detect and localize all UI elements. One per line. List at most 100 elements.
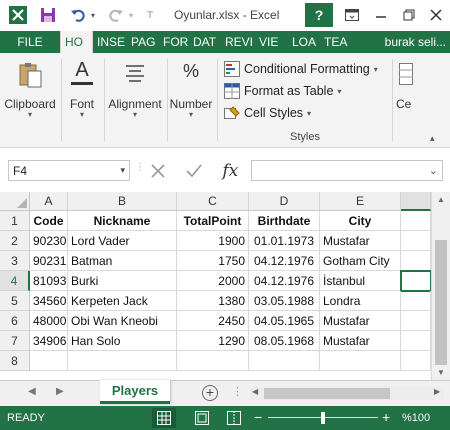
cell-birthdate[interactable]: 04.05.1965 [249,311,320,331]
insert-function-icon[interactable]: fx [222,161,238,181]
cell-city[interactable]: Mustafar [320,331,401,351]
row-header-1[interactable]: 1 [0,211,30,231]
cell-empty[interactable] [68,351,177,371]
tab-file[interactable]: FILE [0,31,60,53]
cell-header[interactable]: Birthdate [249,211,320,231]
column-header-a[interactable]: A [30,192,68,211]
number-group[interactable]: % Number ▾ [169,57,213,137]
cell-nickname[interactable]: Lord Vader [68,231,177,251]
tab-data[interactable]: DAT [189,31,221,53]
cell-nickname[interactable]: Obi Wan Kneobi [68,311,177,331]
cell-city[interactable]: Mustafar [320,311,401,331]
cell-empty[interactable] [177,351,249,371]
font-group[interactable]: A Font ▾ [64,57,100,137]
cell-city[interactable]: Gotham City [320,251,401,271]
cell-empty[interactable] [249,351,320,371]
cancel-icon[interactable] [150,163,166,179]
active-cell[interactable] [400,270,432,292]
cell-birthdate[interactable]: 03.05.1988 [249,291,320,311]
format-as-table-button[interactable]: Format as Table ▾ [224,81,341,101]
horizontal-scroll-thumb[interactable] [264,388,390,399]
cell-code[interactable]: 90230 [30,231,68,251]
cell-header[interactable]: TotalPoint [177,211,249,231]
cell-header[interactable]: City [320,211,401,231]
collapse-ribbon-icon[interactable]: ▴ [430,133,435,144]
page-layout-view-icon[interactable] [190,408,214,428]
cell-empty[interactable] [401,331,431,351]
column-header-f[interactable] [401,192,431,211]
cell-empty[interactable] [401,211,431,231]
enter-check-icon[interactable] [185,163,203,179]
cell-empty[interactable] [401,251,431,271]
conditional-formatting-button[interactable]: Conditional Formatting ▾ [224,59,378,79]
worksheet-grid[interactable]: A B C D E 1 2 3 4 5 6 7 8 Code Nickname … [0,192,450,380]
sheet-tab-players[interactable]: Players [100,380,170,404]
cell-code[interactable]: 81093 [30,271,68,291]
undo-icon[interactable] [68,5,88,25]
row-header-2[interactable]: 2 [0,231,30,251]
cell-code[interactable]: 34906 [30,331,68,351]
sheet-next-icon[interactable]: ▶ [56,386,64,397]
cell-code[interactable]: 48000 [30,311,68,331]
cell-empty[interactable] [401,351,431,371]
cell-nickname[interactable]: Batman [68,251,177,271]
row-header-7[interactable]: 7 [0,331,30,351]
cell-styles-button[interactable]: Cell Styles ▾ [224,103,311,123]
cell-empty[interactable] [401,291,431,311]
cell-empty[interactable] [401,311,431,331]
select-all-corner[interactable] [0,192,30,211]
scroll-left-icon[interactable]: ◀ [252,387,258,396]
cell-birthdate[interactable]: 01.01.1973 [249,231,320,251]
vertical-scrollbar[interactable]: ▲ ▼ [431,192,450,380]
cell-totalpoint[interactable]: 1900 [177,231,249,251]
zoom-slider-thumb[interactable] [321,412,325,424]
customize-qat-icon[interactable]: ⊤ [144,5,156,25]
row-header-5[interactable]: 5 [0,291,30,311]
page-break-view-icon[interactable] [222,408,246,428]
redo-dropdown-icon[interactable]: ▾ [126,5,136,25]
cell-nickname[interactable]: Han Solo [68,331,177,351]
undo-dropdown-icon[interactable]: ▾ [88,5,98,25]
zoom-in-button[interactable]: + [382,409,390,425]
redo-icon[interactable] [106,5,126,25]
tab-insert[interactable]: INSE [93,31,127,53]
cell-totalpoint[interactable]: 2450 [177,311,249,331]
user-account[interactable]: burak seli... [381,31,450,53]
formula-input[interactable]: ⌄ [251,160,443,181]
row-header-3[interactable]: 3 [0,251,30,271]
scroll-right-icon[interactable]: ▶ [434,387,440,396]
cell-totalpoint[interactable]: 2000 [177,271,249,291]
cell-birthdate[interactable]: 04.12.1976 [249,271,320,291]
scroll-down-icon[interactable]: ▼ [437,368,445,377]
column-header-b[interactable]: B [68,192,177,211]
horizontal-scrollbar[interactable]: ◀ ▶ [250,387,444,400]
cell-birthdate[interactable]: 08.05.1968 [249,331,320,351]
zoom-out-button[interactable]: − [254,409,262,425]
column-header-d[interactable]: D [249,192,320,211]
cell-header[interactable]: Nickname [68,211,177,231]
tab-formulas[interactable]: FOR [159,31,189,53]
tab-view[interactable]: VIE [255,31,288,53]
row-header-8[interactable]: 8 [0,351,30,371]
column-header-c[interactable]: C [177,192,249,211]
cell-totalpoint[interactable]: 1750 [177,251,249,271]
chevron-down-icon[interactable]: ⌄ [429,164,438,177]
cell-nickname[interactable]: Burki [68,271,177,291]
cell-empty[interactable] [320,351,401,371]
help-button[interactable]: ? [305,3,333,27]
restore-icon[interactable] [396,3,422,27]
name-box[interactable]: F4 ▾ [8,160,130,181]
tab-load-test[interactable]: LOA [288,31,320,53]
column-header-e[interactable]: E [320,192,401,211]
vertical-scroll-thumb[interactable] [435,240,447,365]
save-icon[interactable] [38,5,58,25]
cell-empty[interactable] [401,231,431,251]
cell-empty[interactable] [30,351,68,371]
cell-city[interactable]: Mustafar [320,231,401,251]
zoom-level[interactable]: %100 [402,412,430,424]
cell-totalpoint[interactable]: 1290 [177,331,249,351]
close-icon[interactable] [424,3,448,27]
cell-birthdate[interactable]: 04.12.1976 [249,251,320,271]
cell-city[interactable]: Londra [320,291,401,311]
add-sheet-icon[interactable]: + [202,385,218,401]
